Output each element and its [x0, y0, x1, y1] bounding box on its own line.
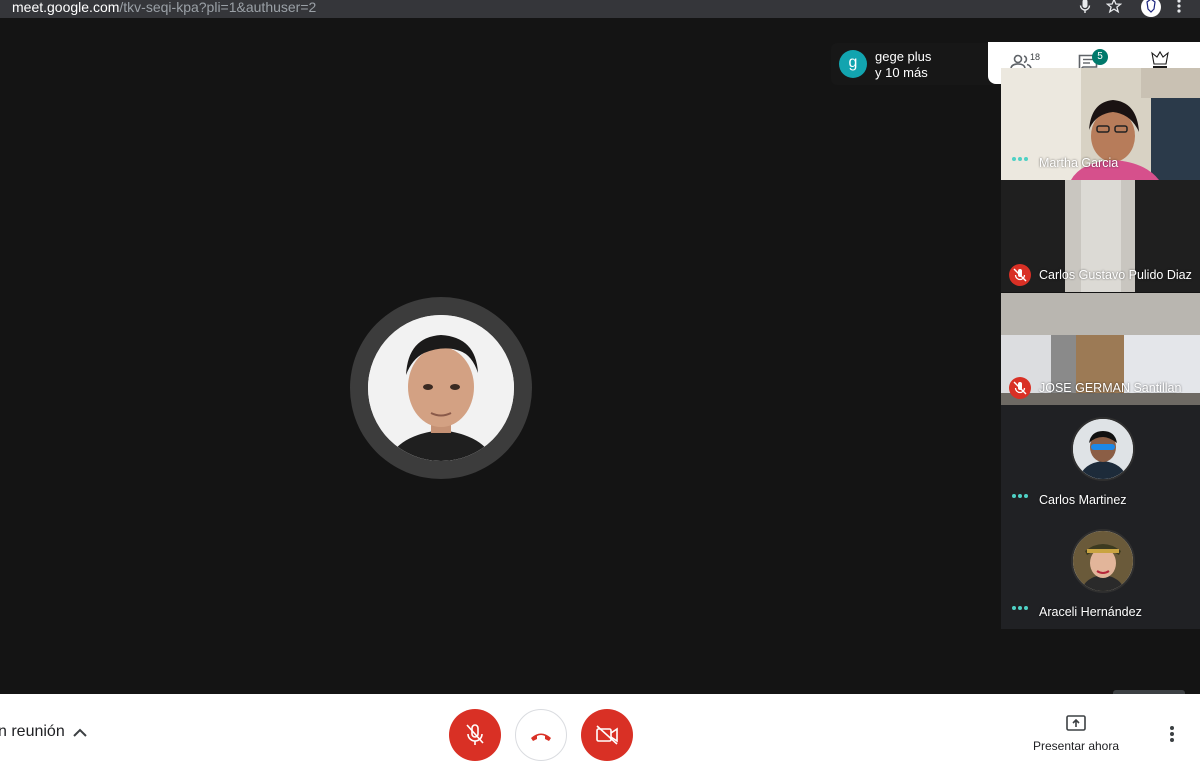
microphone-icon[interactable]: [1077, 0, 1093, 16]
chevron-up-icon[interactable]: [72, 725, 88, 743]
microphone-toggle-button[interactable]: [449, 709, 501, 761]
joined-user-name: gege plus: [875, 49, 932, 64]
participant-tile-carlos-gustavo[interactable]: Carlos Gustavo Pulido Diaz: [1001, 180, 1200, 292]
participant-tile-carlos-martinez[interactable]: Carlos Martinez: [1001, 405, 1200, 517]
participant-tile-martha[interactable]: Martha Garcia: [1001, 68, 1200, 180]
present-now-label: Presentar ahora: [1032, 739, 1120, 753]
muted-icon: [1009, 264, 1031, 286]
participant-name: Carlos Gustavo Pulido Diaz: [1039, 268, 1192, 282]
leave-call-button[interactable]: [515, 709, 567, 761]
participant-name: Carlos Martinez: [1039, 493, 1127, 507]
participant-tile-araceli[interactable]: Araceli Hernández: [1001, 517, 1200, 629]
main-stage: g gege plus y 10 más 18 5 Tú: [0, 18, 1200, 710]
participant-avatar: [1071, 529, 1135, 593]
active-speaker-avatar: [368, 315, 514, 461]
present-screen-icon: [1066, 715, 1086, 731]
hang-up-icon: [531, 733, 551, 741]
active-speaker-avatar-ring: [350, 297, 532, 479]
talking-dots-icon: [1011, 598, 1029, 616]
camera-toggle-button[interactable]: [581, 709, 633, 761]
speaker-portrait: [368, 315, 514, 461]
participant-name: Martha Garcia: [1039, 156, 1119, 170]
more-options-icon[interactable]: [1162, 724, 1182, 744]
kebab-menu-icon[interactable]: [1171, 0, 1187, 16]
participant-joined-toast: g gege plus y 10 más: [831, 43, 995, 85]
participant-tile-jose-german[interactable]: JOSE GERMAN Santillan: [1001, 293, 1200, 405]
joined-others-count: y 10 más: [875, 65, 928, 80]
url-host: meet.google.com: [12, 0, 120, 15]
talking-dots-icon: [1011, 486, 1029, 504]
participant-avatar: [1071, 417, 1135, 481]
url-path: /tkv-seqi-kpa?pli=1&authuser=2: [119, 0, 317, 15]
browser-address-bar[interactable]: meet.google.com/tkv-seqi-kpa?pli=1&authu…: [0, 0, 1200, 18]
joined-user-avatar: g: [839, 50, 867, 78]
talking-dots-icon: [1011, 149, 1029, 167]
chat-badge: 5: [1092, 49, 1108, 65]
microphone-off-icon: [466, 724, 484, 745]
profile-avatar[interactable]: [1141, 0, 1161, 17]
meet-window: meet.google.com/tkv-seqi-kpa?pli=1&authu…: [0, 0, 1200, 775]
bottom-control-bar: n reunión Presentar ahora: [0, 694, 1200, 775]
people-count: 18: [1030, 52, 1041, 62]
url-text[interactable]: meet.google.com/tkv-seqi-kpa?pli=1&authu…: [12, 0, 316, 15]
meeting-details-label[interactable]: n reunión: [0, 723, 65, 741]
muted-icon: [1009, 377, 1031, 399]
bookmark-star-icon[interactable]: [1105, 0, 1123, 16]
camera-off-icon: [596, 725, 618, 745]
participant-name: JOSE GERMAN Santillan: [1039, 381, 1182, 395]
present-now-button[interactable]: Presentar ahora: [1020, 712, 1132, 756]
participant-name: Araceli Hernández: [1039, 605, 1142, 619]
